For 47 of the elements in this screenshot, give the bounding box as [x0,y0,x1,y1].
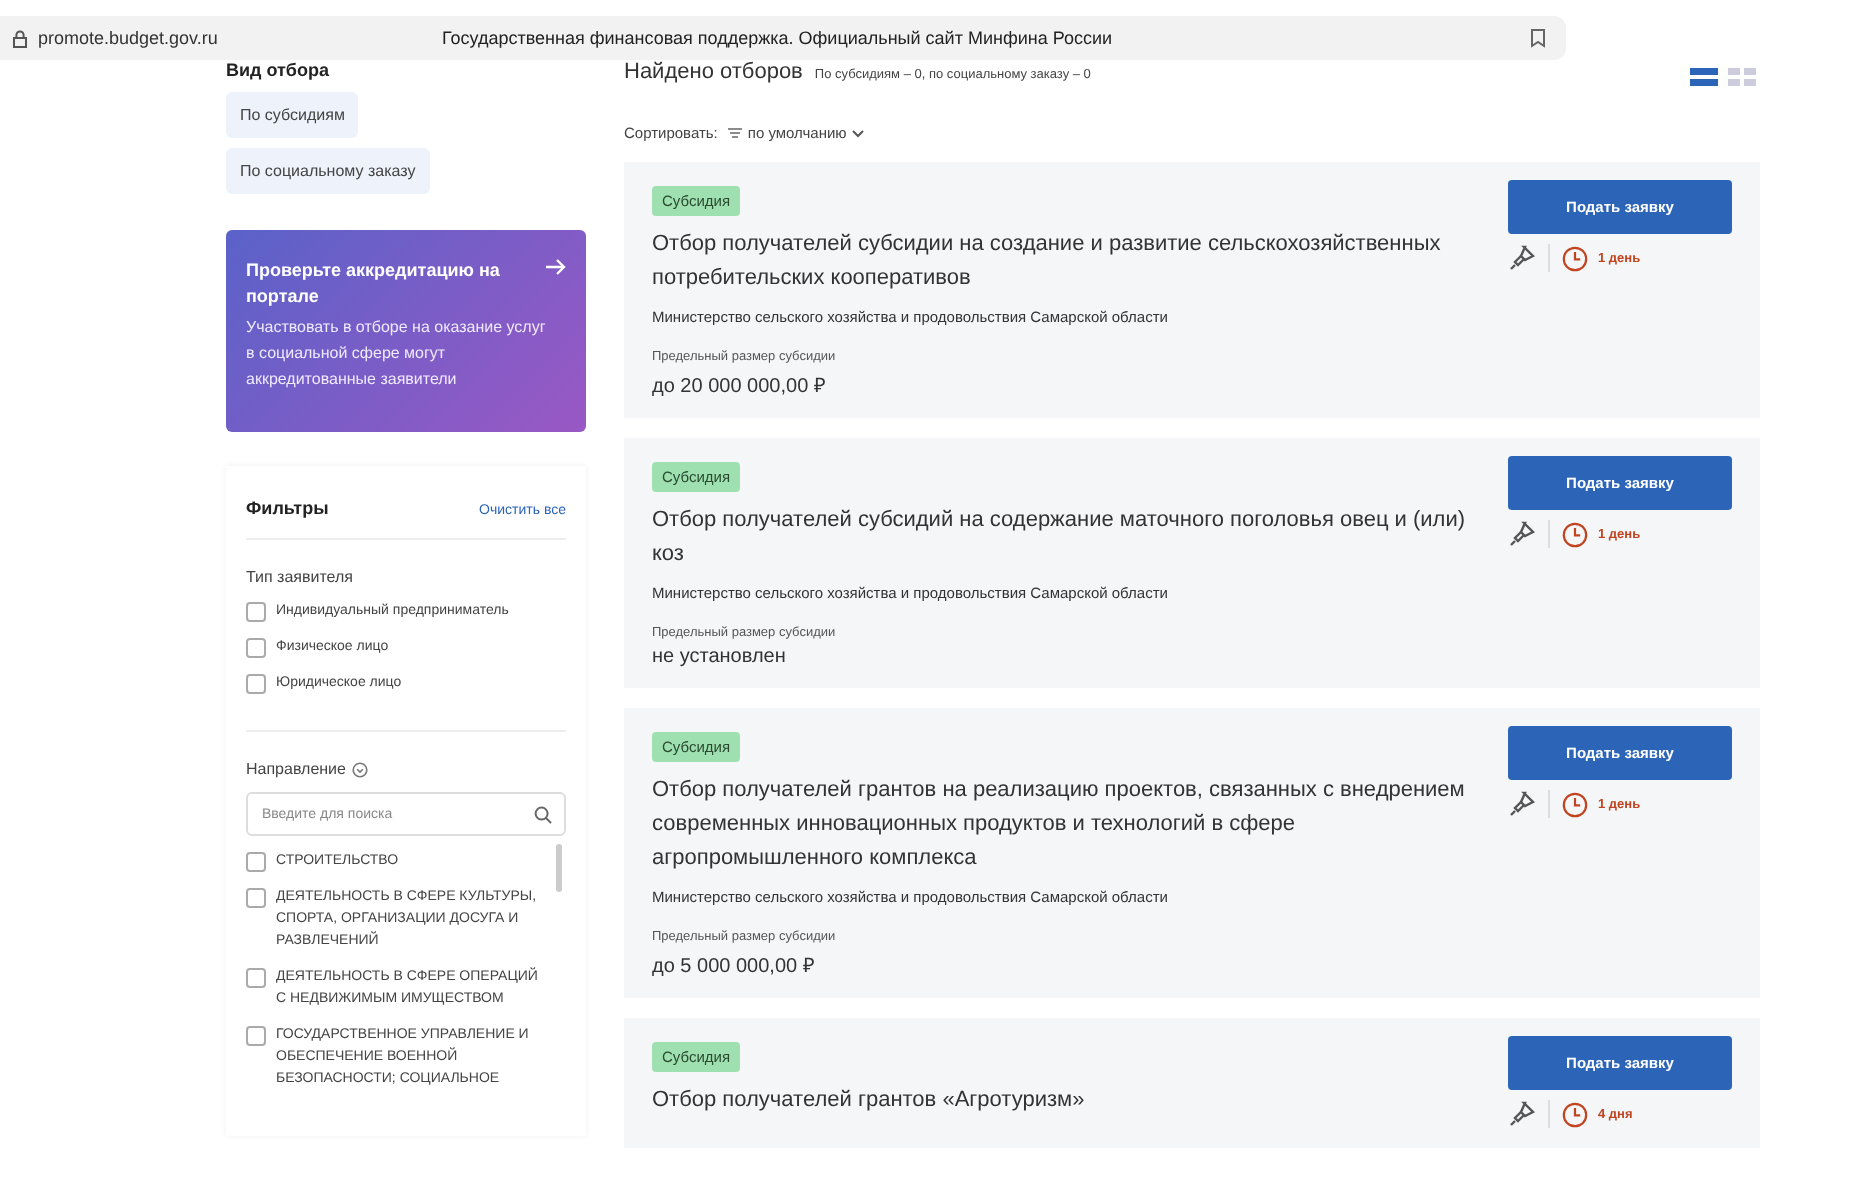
scrollbar[interactable] [556,844,562,892]
selection-card[interactable] [624,162,1760,418]
filter-tab[interactable]: По субсидиям [226,92,359,138]
banner-text: Участвовать в отборе на оказание услуг в социальной сфере могут аккредитованные заявители [246,316,546,392]
clock-icon [1562,791,1588,817]
selection-card[interactable] [624,438,1760,688]
banner-title: Проверьте аккредитацию на портале [246,258,502,310]
clock-icon [1562,1101,1588,1127]
lock-icon [12,29,28,47]
bookmark-icon[interactable] [1530,28,1546,48]
card-title[interactable]: Отбор получателей субсидий на содержание маточного поголовья овец и (или) коз [652,504,1488,572]
checkbox[interactable] [246,1026,266,1046]
url-text: promote.budget.gov.ru [38,28,218,48]
arrow-icon [546,258,566,276]
section-heading: Вид отбора [226,60,329,82]
clock-icon [1562,521,1588,547]
clock-icon [1562,245,1588,271]
filter-tab[interactable]: По социальному заказу [226,148,430,194]
card-title[interactable]: Отбор получателей субсидии на создание и развитие сельскохозяйственных потребительских кооперативов [652,228,1488,296]
checkbox[interactable] [246,602,266,622]
group-label: Тип заявителя [246,568,353,586]
limit-value: не установлен [652,646,788,668]
limit-value: до 20 000 000,00 ₽ [652,374,828,398]
results-heading: Найдено отборов [624,60,803,84]
pin-icon[interactable] [1508,790,1536,818]
accreditation-banner[interactable]: Проверьте аккредитацию на портале Участвовать в отборе на оказание услуг в социальной сфере могут аккредитованные заявители [226,230,586,432]
address-bar[interactable]: promote.budget.gov.ru Государственная финансовая поддержка. Официальный сайт Минфина России [0,16,1566,60]
selection-card[interactable] [624,708,1760,998]
limit-value: до 5 000 000,00 ₽ [652,954,817,978]
checkbox[interactable] [246,638,266,658]
info-icon[interactable] [351,761,368,777]
filters-title: Фильтры [246,498,329,518]
group-label: Направление [246,760,346,778]
card-title[interactable]: Отбор получателей грантов на реализацию проектов, связанных с внедрением современных инновационных продуктов и технологий в сфере агропромышленного комплекса [652,774,1488,876]
checkbox[interactable] [246,888,266,908]
page-title: Государственная финансовая поддержка. Официальный сайт Минфина России [442,28,1115,48]
card-title[interactable]: Отбор получателей грантов «Агротуризм» [652,1084,1488,1118]
pin-icon[interactable] [1508,244,1536,272]
pin-icon[interactable] [1508,520,1536,548]
search-icon [534,806,552,824]
checkbox[interactable] [246,968,266,988]
checkbox[interactable] [246,674,266,694]
checkbox[interactable] [246,852,266,872]
caret-icon [852,129,865,137]
pin-icon[interactable] [1508,1100,1536,1128]
sort-icon [727,128,742,138]
list-view-icon[interactable] [1690,67,1718,85]
